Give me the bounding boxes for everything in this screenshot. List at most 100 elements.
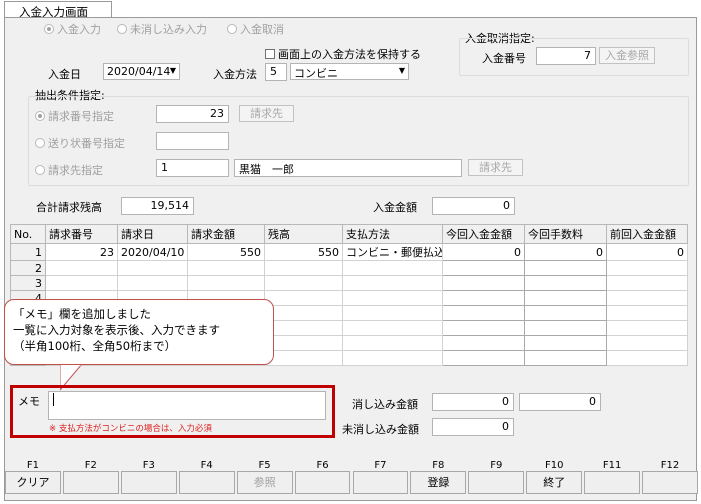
fkey-f8: F8 登録 [409,460,467,496]
table-cell [342,260,443,276]
table-cell [264,320,343,336]
table-cell [342,290,443,306]
customer-name-field[interactable]: 黒猫 一郎 [234,159,462,177]
table-cell[interactable] [442,320,525,336]
amount-field[interactable]: 0 [432,197,515,215]
fkey-button[interactable]: 終了 [526,471,583,494]
fkey-button[interactable] [120,471,177,494]
fkey-button[interactable]: クリア [5,471,61,494]
radio-icon [35,138,45,148]
table-cell [45,260,118,276]
customer-button[interactable]: 請求先 [468,159,523,176]
table-cell[interactable]: 0 [442,243,525,261]
keep-method-checkbox[interactable]: 画面上の入金方法を保持する [265,46,421,62]
fkey-f3: F3 [120,460,178,496]
amount-label: 入金金額 [373,201,417,214]
mode-label-unapplied: 未消し込み入力 [130,23,207,36]
table-cell[interactable] [524,320,607,336]
table-cell[interactable] [524,290,607,306]
slip-number-field[interactable] [156,132,229,150]
column-header: 請求日 [117,224,188,244]
extract-label-invoice: 請求番号指定 [48,110,114,123]
table-cell[interactable] [442,260,525,276]
table-cell: 2020/04/10 [117,243,188,261]
fkey-name: F9 [490,460,503,471]
mode-radio-input[interactable]: 入金入力 [44,21,101,37]
column-header: 今回入金金額 [442,224,525,244]
table-cell[interactable] [524,275,607,291]
fkey-button[interactable] [642,471,698,494]
mode-label-input: 入金入力 [57,23,101,36]
customer-code-field[interactable]: 1 [156,159,229,177]
mode-label-cancel: 入金取消 [240,23,284,36]
callout-balloon: 「メモ」欄を追加しました 一覧に入力対象を表示後、入力できます （半角100桁、… [4,299,274,365]
fkey-f4: F4 [178,460,236,496]
fkey-button[interactable] [352,471,409,494]
fkey-f1: F1 クリア [4,460,62,496]
checkbox-icon [265,49,275,59]
table-cell[interactable] [442,290,525,306]
table-cell[interactable] [442,335,525,351]
method-name: コンビニ [294,67,338,80]
table-row: 1 23 2020/04/10 550 550 コンビニ・郵便払込 0 0 0 [10,243,688,261]
table-cell[interactable] [442,350,525,366]
table-cell [606,335,688,351]
fkey-name: F1 [26,460,40,471]
method-code-field[interactable]: 5 [265,63,287,81]
fkey-button[interactable] [294,471,351,494]
radio-icon [227,24,237,34]
cancel-ref-button[interactable]: 入金参照 [599,47,655,64]
column-header: 今回手数料 [524,224,607,244]
fkey-button[interactable] [62,471,119,494]
row-number-cell: 3 [10,275,46,291]
table-row: 2 [10,260,688,276]
fkey-button[interactable]: 登録 [410,471,467,494]
table-cell[interactable] [524,305,607,321]
invoice-customer-button[interactable]: 請求先 [239,105,294,122]
table-cell [187,260,265,276]
callout-line: 一覧に入力対象を表示後、入力できます [13,323,220,337]
table-cell [342,275,443,291]
mode-radio-unapplied[interactable]: 未消し込み入力 [117,21,207,37]
table-cell[interactable]: 0 [524,243,607,261]
extract-radio-invoice[interactable]: 請求番号指定 [35,108,114,124]
table-cell[interactable] [524,260,607,276]
method-label: 入金方法 [213,68,257,81]
fkey-f7: F7 [352,460,410,496]
fkey-button[interactable] [468,471,525,494]
table-cell[interactable] [524,335,607,351]
table-row: 3 [10,275,688,291]
extract-radio-slip[interactable]: 送り状番号指定 [35,135,125,151]
method-select[interactable]: コンビニ ▼ [290,63,409,80]
date-picker[interactable]: 2020/04/14 ▼ [103,63,180,80]
table-cell[interactable] [442,275,525,291]
table-cell[interactable] [524,350,607,366]
table-cell[interactable] [442,305,525,321]
radio-selected-icon [44,24,54,34]
mode-radio-cancel[interactable]: 入金取消 [227,21,284,37]
table-cell [606,320,688,336]
memo-note: ※ 支払方法がコンビニの場合は、入力必須 [49,424,212,434]
table-cell [264,335,343,351]
column-header: 支払方法 [342,224,443,244]
table-cell: コンビニ・郵便払込 [342,243,443,261]
table-cell [342,350,443,366]
fkey-name: F5 [258,460,271,471]
fkey-button[interactable]: 参照 [236,471,293,494]
callout-line: （半角100桁、全角50桁まで） [13,339,177,353]
fkey-name: F10 [544,460,564,471]
cancel-number-field[interactable]: 7 [536,47,596,65]
applied-field-2: 0 [519,393,601,411]
invoice-number-field[interactable]: 23 [156,105,229,123]
fkey-name: F3 [142,460,155,471]
table-cell [342,320,443,336]
unapplied-field: 0 [432,418,514,436]
table-cell: 550 [264,243,343,261]
fkey-button[interactable] [584,471,641,494]
memo-field[interactable] [48,391,326,420]
fkey-f12: F12 [641,460,699,496]
extract-radio-customer[interactable]: 請求先指定 [35,162,103,178]
radio-icon [117,24,127,34]
fkey-button[interactable] [178,471,235,494]
date-value: 2020/04/14 [107,65,171,78]
